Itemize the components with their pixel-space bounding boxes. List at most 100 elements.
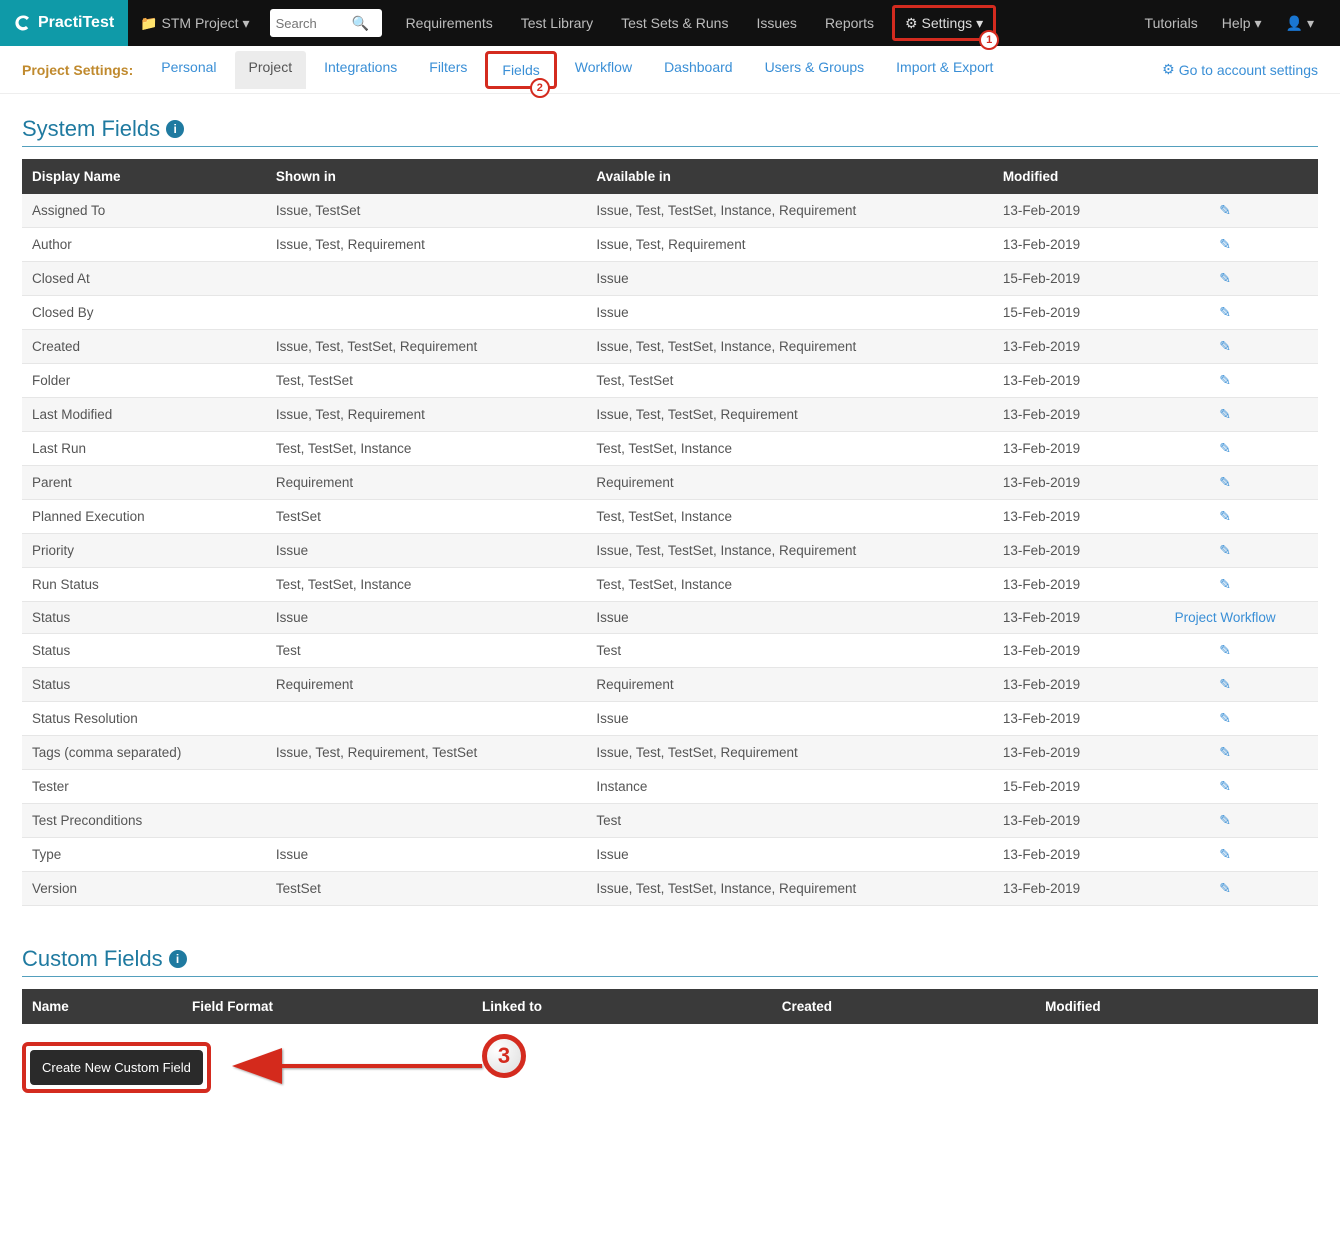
tab-dashboard[interactable]: Dashboard — [650, 51, 747, 89]
column-header: Linked to — [472, 989, 772, 1024]
edit-icon[interactable]: ✎ — [1219, 406, 1231, 422]
table-row: FolderTest, TestSetTest, TestSet13-Feb-2… — [22, 364, 1318, 398]
table-row: Run StatusTest, TestSet, InstanceTest, T… — [22, 568, 1318, 602]
sliders-icon: ⚙ — [1162, 61, 1175, 78]
edit-icon[interactable]: ✎ — [1219, 542, 1231, 558]
column-header: Shown in — [266, 159, 587, 194]
nav-reports[interactable]: Reports — [813, 0, 886, 46]
system-fields-table: Display NameShown inAvailable inModified… — [22, 159, 1318, 906]
column-header: Modified — [993, 159, 1132, 194]
annotation-badge-3: 3 — [482, 1034, 526, 1078]
brand-logo[interactable]: PractiTest — [0, 0, 128, 46]
column-header: Available in — [586, 159, 992, 194]
edit-icon[interactable]: ✎ — [1219, 474, 1231, 490]
edit-icon[interactable]: ✎ — [1219, 744, 1231, 760]
table-row: Last RunTest, TestSet, InstanceTest, Tes… — [22, 432, 1318, 466]
tab-integrations[interactable]: Integrations — [310, 51, 411, 89]
settings-menu[interactable]: ⚙ Settings ▾ 1 — [892, 5, 996, 41]
table-row: Closed ByIssue15-Feb-2019✎ — [22, 296, 1318, 330]
tutorials-link[interactable]: Tutorials — [1133, 0, 1210, 46]
account-settings-link[interactable]: ⚙ Go to account settings — [1162, 61, 1318, 78]
custom-fields-heading: Custom Fields i — [22, 946, 1318, 977]
table-row: Assigned ToIssue, TestSetIssue, Test, Te… — [22, 194, 1318, 228]
search-box[interactable]: 🔍 — [270, 9, 382, 37]
table-row: Last ModifiedIssue, Test, RequirementIss… — [22, 398, 1318, 432]
table-row: Planned ExecutionTestSetTest, TestSet, I… — [22, 500, 1318, 534]
search-icon[interactable]: 🔍 — [348, 15, 375, 32]
table-row: TesterInstance15-Feb-2019✎ — [22, 770, 1318, 804]
edit-icon[interactable]: ✎ — [1219, 202, 1231, 218]
edit-icon[interactable]: ✎ — [1219, 642, 1231, 658]
tab-project[interactable]: Project — [235, 51, 307, 89]
gear-icon: ⚙ — [905, 15, 918, 32]
table-row: CreatedIssue, Test, TestSet, Requirement… — [22, 330, 1318, 364]
user-menu[interactable]: 👤 ▾ — [1274, 0, 1326, 46]
nav-issues[interactable]: Issues — [744, 0, 808, 46]
edit-icon[interactable]: ✎ — [1219, 576, 1231, 592]
column-header: Modified — [1035, 989, 1318, 1024]
logo-icon — [14, 14, 32, 32]
chevron-down-icon: ▾ — [243, 15, 250, 32]
edit-icon[interactable]: ✎ — [1219, 440, 1231, 456]
folder-icon: 📁 — [140, 15, 157, 32]
edit-icon[interactable]: ✎ — [1219, 508, 1231, 524]
user-icon: 👤 — [1286, 15, 1303, 32]
create-custom-field-button[interactable]: Create New Custom Field — [30, 1050, 203, 1085]
edit-icon[interactable]: ✎ — [1219, 338, 1231, 354]
info-icon[interactable]: i — [169, 950, 187, 968]
column-header: Display Name — [22, 159, 266, 194]
table-row: Closed AtIssue15-Feb-2019✎ — [22, 262, 1318, 296]
column-header — [1132, 159, 1318, 194]
edit-icon[interactable]: ✎ — [1219, 270, 1231, 286]
table-row: StatusTestTest13-Feb-2019✎ — [22, 634, 1318, 668]
search-input[interactable] — [270, 12, 348, 35]
column-header: Created — [772, 989, 1035, 1024]
nav-test-sets-runs[interactable]: Test Sets & Runs — [609, 0, 740, 46]
system-fields-heading: System Fields i — [22, 116, 1318, 147]
tab-fields[interactable]: Fields2 — [485, 51, 556, 89]
column-header: Name — [22, 989, 182, 1024]
nav-test-library[interactable]: Test Library — [509, 0, 605, 46]
table-row: Tags (comma separated)Issue, Test, Requi… — [22, 736, 1318, 770]
table-row: VersionTestSetIssue, Test, TestSet, Inst… — [22, 872, 1318, 906]
info-icon[interactable]: i — [166, 120, 184, 138]
column-header: Field Format — [182, 989, 472, 1024]
edit-icon[interactable]: ✎ — [1219, 778, 1231, 794]
table-row: StatusIssueIssue13-Feb-2019Project Workf… — [22, 602, 1318, 634]
top-navbar: PractiTest 📁 STM Project ▾ 🔍 Requirement… — [0, 0, 1340, 46]
annotation-highlight-create: Create New Custom Field — [22, 1042, 211, 1093]
edit-icon[interactable]: ✎ — [1219, 676, 1231, 692]
chevron-down-icon: ▾ — [1255, 15, 1262, 32]
edit-icon[interactable]: ✎ — [1219, 812, 1231, 828]
annotation-arrow — [222, 1036, 522, 1096]
custom-fields-table: NameField FormatLinked toCreatedModified — [22, 989, 1318, 1024]
tab-import-export[interactable]: Import & Export — [882, 51, 1007, 89]
project-workflow-link[interactable]: Project Workflow — [1175, 610, 1276, 625]
help-menu[interactable]: Help ▾ — [1210, 0, 1274, 46]
tab-users-groups[interactable]: Users & Groups — [751, 51, 879, 89]
table-row: TypeIssueIssue13-Feb-2019✎ — [22, 838, 1318, 872]
project-settings-label: Project Settings: — [22, 62, 133, 78]
brand-text: PractiTest — [38, 14, 114, 32]
edit-icon[interactable]: ✎ — [1219, 880, 1231, 896]
edit-icon[interactable]: ✎ — [1219, 236, 1231, 252]
table-row: Test PreconditionsTest13-Feb-2019✎ — [22, 804, 1318, 838]
chevron-down-icon: ▾ — [1307, 15, 1314, 32]
table-row: AuthorIssue, Test, RequirementIssue, Tes… — [22, 228, 1318, 262]
chevron-down-icon: ▾ — [976, 15, 983, 32]
edit-icon[interactable]: ✎ — [1219, 710, 1231, 726]
table-row: StatusRequirementRequirement13-Feb-2019✎ — [22, 668, 1318, 702]
project-settings-subnav: Project Settings: PersonalProjectIntegra… — [0, 46, 1340, 94]
table-row: PriorityIssueIssue, Test, TestSet, Insta… — [22, 534, 1318, 568]
table-row: Status ResolutionIssue13-Feb-2019✎ — [22, 702, 1318, 736]
tab-personal[interactable]: Personal — [147, 51, 230, 89]
tab-workflow[interactable]: Workflow — [561, 51, 646, 89]
edit-icon[interactable]: ✎ — [1219, 372, 1231, 388]
nav-requirements[interactable]: Requirements — [394, 0, 505, 46]
tab-filters[interactable]: Filters — [415, 51, 481, 89]
edit-icon[interactable]: ✎ — [1219, 304, 1231, 320]
table-row: ParentRequirementRequirement13-Feb-2019✎ — [22, 466, 1318, 500]
edit-icon[interactable]: ✎ — [1219, 846, 1231, 862]
project-selector[interactable]: 📁 STM Project ▾ — [128, 0, 261, 46]
annotation-badge-2: 2 — [530, 78, 550, 98]
